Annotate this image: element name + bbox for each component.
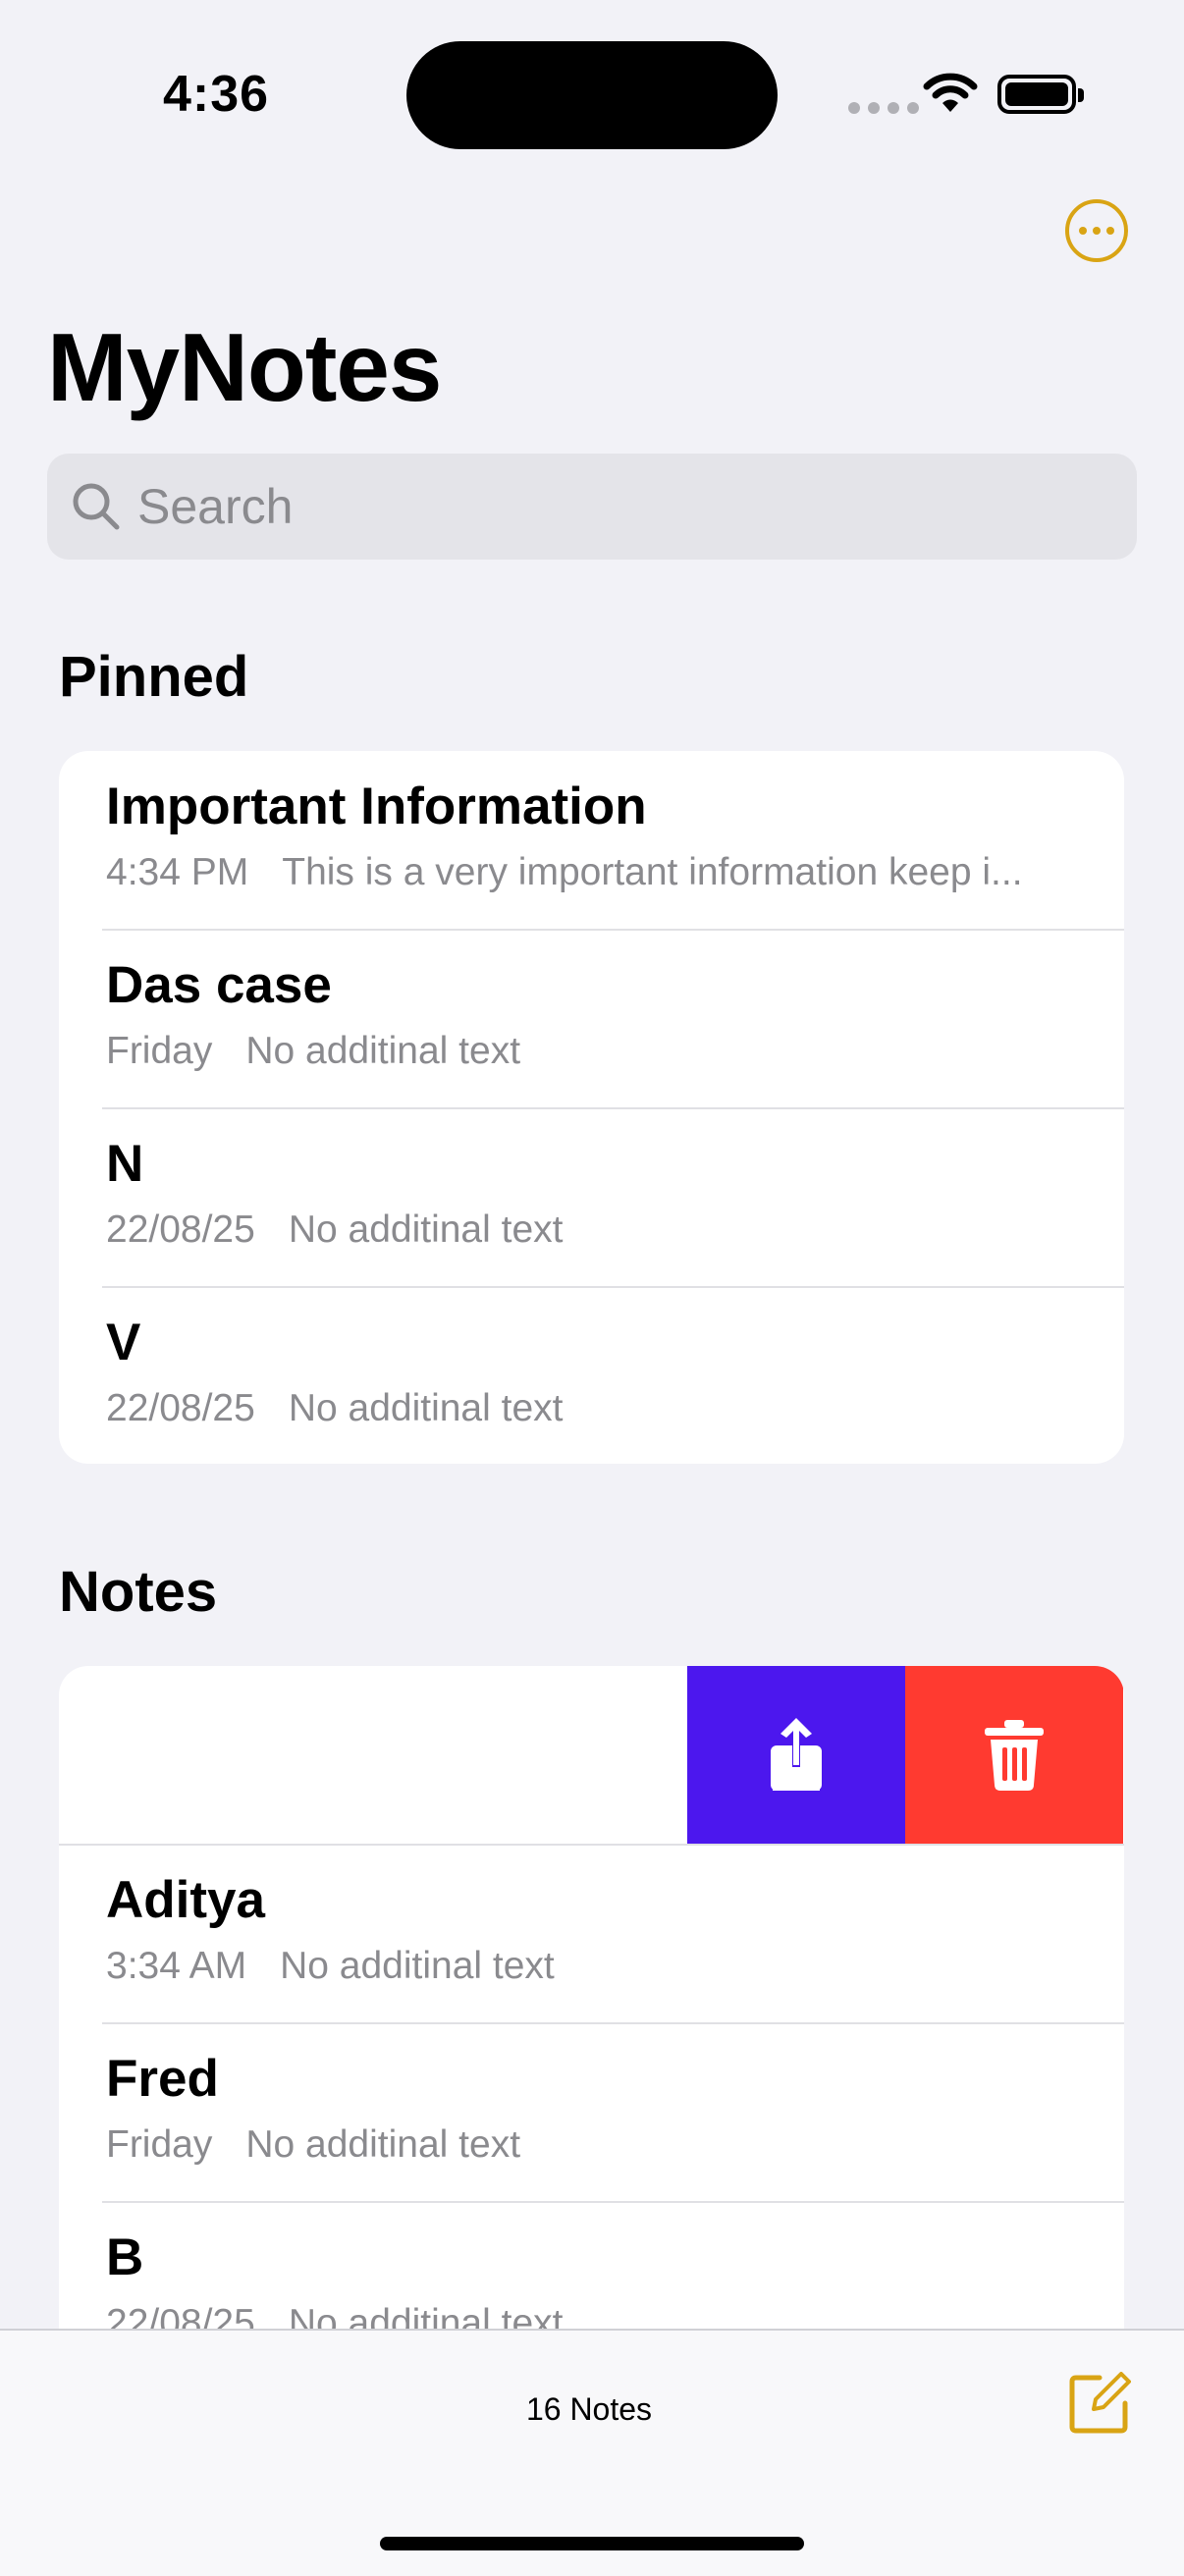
note-preview: No additinal text xyxy=(245,1030,521,1072)
list-item[interactable]: V 22/08/25 No additinal text xyxy=(59,1287,1124,1464)
note-title: B xyxy=(106,2228,144,2286)
note-preview: This is a very important information kee… xyxy=(282,851,1023,893)
search-input[interactable] xyxy=(137,454,1100,560)
note-preview: No additinal text xyxy=(245,2123,521,2166)
note-title: Fred xyxy=(106,2050,219,2108)
list-item[interactable]: N 22/08/25 No additinal text xyxy=(59,1108,1124,1287)
note-date: 22/08/25 xyxy=(106,1387,255,1429)
note-date: Friday xyxy=(106,1030,213,1072)
delete-button[interactable] xyxy=(905,1666,1123,1845)
note-title: N xyxy=(106,1135,144,1193)
note-date: 3:34 AM xyxy=(106,1945,247,1987)
pinned-list: Important Information 4:34 PM This is a v… xyxy=(59,751,1124,1464)
notes-count: 16 Notes xyxy=(525,2391,653,2427)
compose-icon[interactable] xyxy=(1068,2372,1131,2435)
note-date: 22/08/25 xyxy=(106,1208,255,1251)
dynamic-island xyxy=(406,41,778,149)
note-preview: No additinal text xyxy=(280,1945,555,1987)
list-item[interactable]: Important Information 4:34 PM This is a v… xyxy=(59,751,1124,930)
home-indicator xyxy=(380,2537,804,2550)
search-bar[interactable] xyxy=(47,454,1137,560)
notes-section-title: Notes xyxy=(59,1560,218,1624)
battery-icon xyxy=(997,75,1084,114)
status-time: 4:36 xyxy=(163,66,270,123)
list-item-swiped[interactable] xyxy=(59,1666,1124,1845)
search-icon xyxy=(73,483,120,530)
share-button[interactable] xyxy=(687,1666,905,1845)
list-item[interactable]: Fred Friday No additinal text xyxy=(59,2023,1124,2202)
note-title: Aditya xyxy=(106,1871,265,1929)
note-title: Important Information xyxy=(106,778,647,835)
note-date: Friday xyxy=(106,2123,213,2166)
note-title: V xyxy=(106,1314,141,1371)
note-preview: No additinal text xyxy=(288,1387,564,1429)
note-date: 4:34 PM xyxy=(106,851,249,893)
page-title: MyNotes xyxy=(47,313,442,421)
cellular-signal-icon xyxy=(848,102,919,114)
share-icon xyxy=(771,1718,822,1791)
note-title: Das case xyxy=(106,956,332,1014)
pinned-section-title: Pinned xyxy=(59,645,249,709)
ellipsis-circle-icon xyxy=(1079,227,1087,235)
list-item[interactable]: Das case Friday No additinal text xyxy=(59,930,1124,1108)
note-preview: No additinal text xyxy=(288,1208,564,1251)
list-item[interactable]: Aditya 3:34 AM No additinal text xyxy=(59,1845,1124,2023)
wifi-icon xyxy=(923,73,978,112)
notes-list: Aditya 3:34 AM No additinal text Fred Fri… xyxy=(59,1666,1124,2412)
more-options-button[interactable] xyxy=(1065,199,1128,262)
trash-icon xyxy=(985,1720,1044,1791)
